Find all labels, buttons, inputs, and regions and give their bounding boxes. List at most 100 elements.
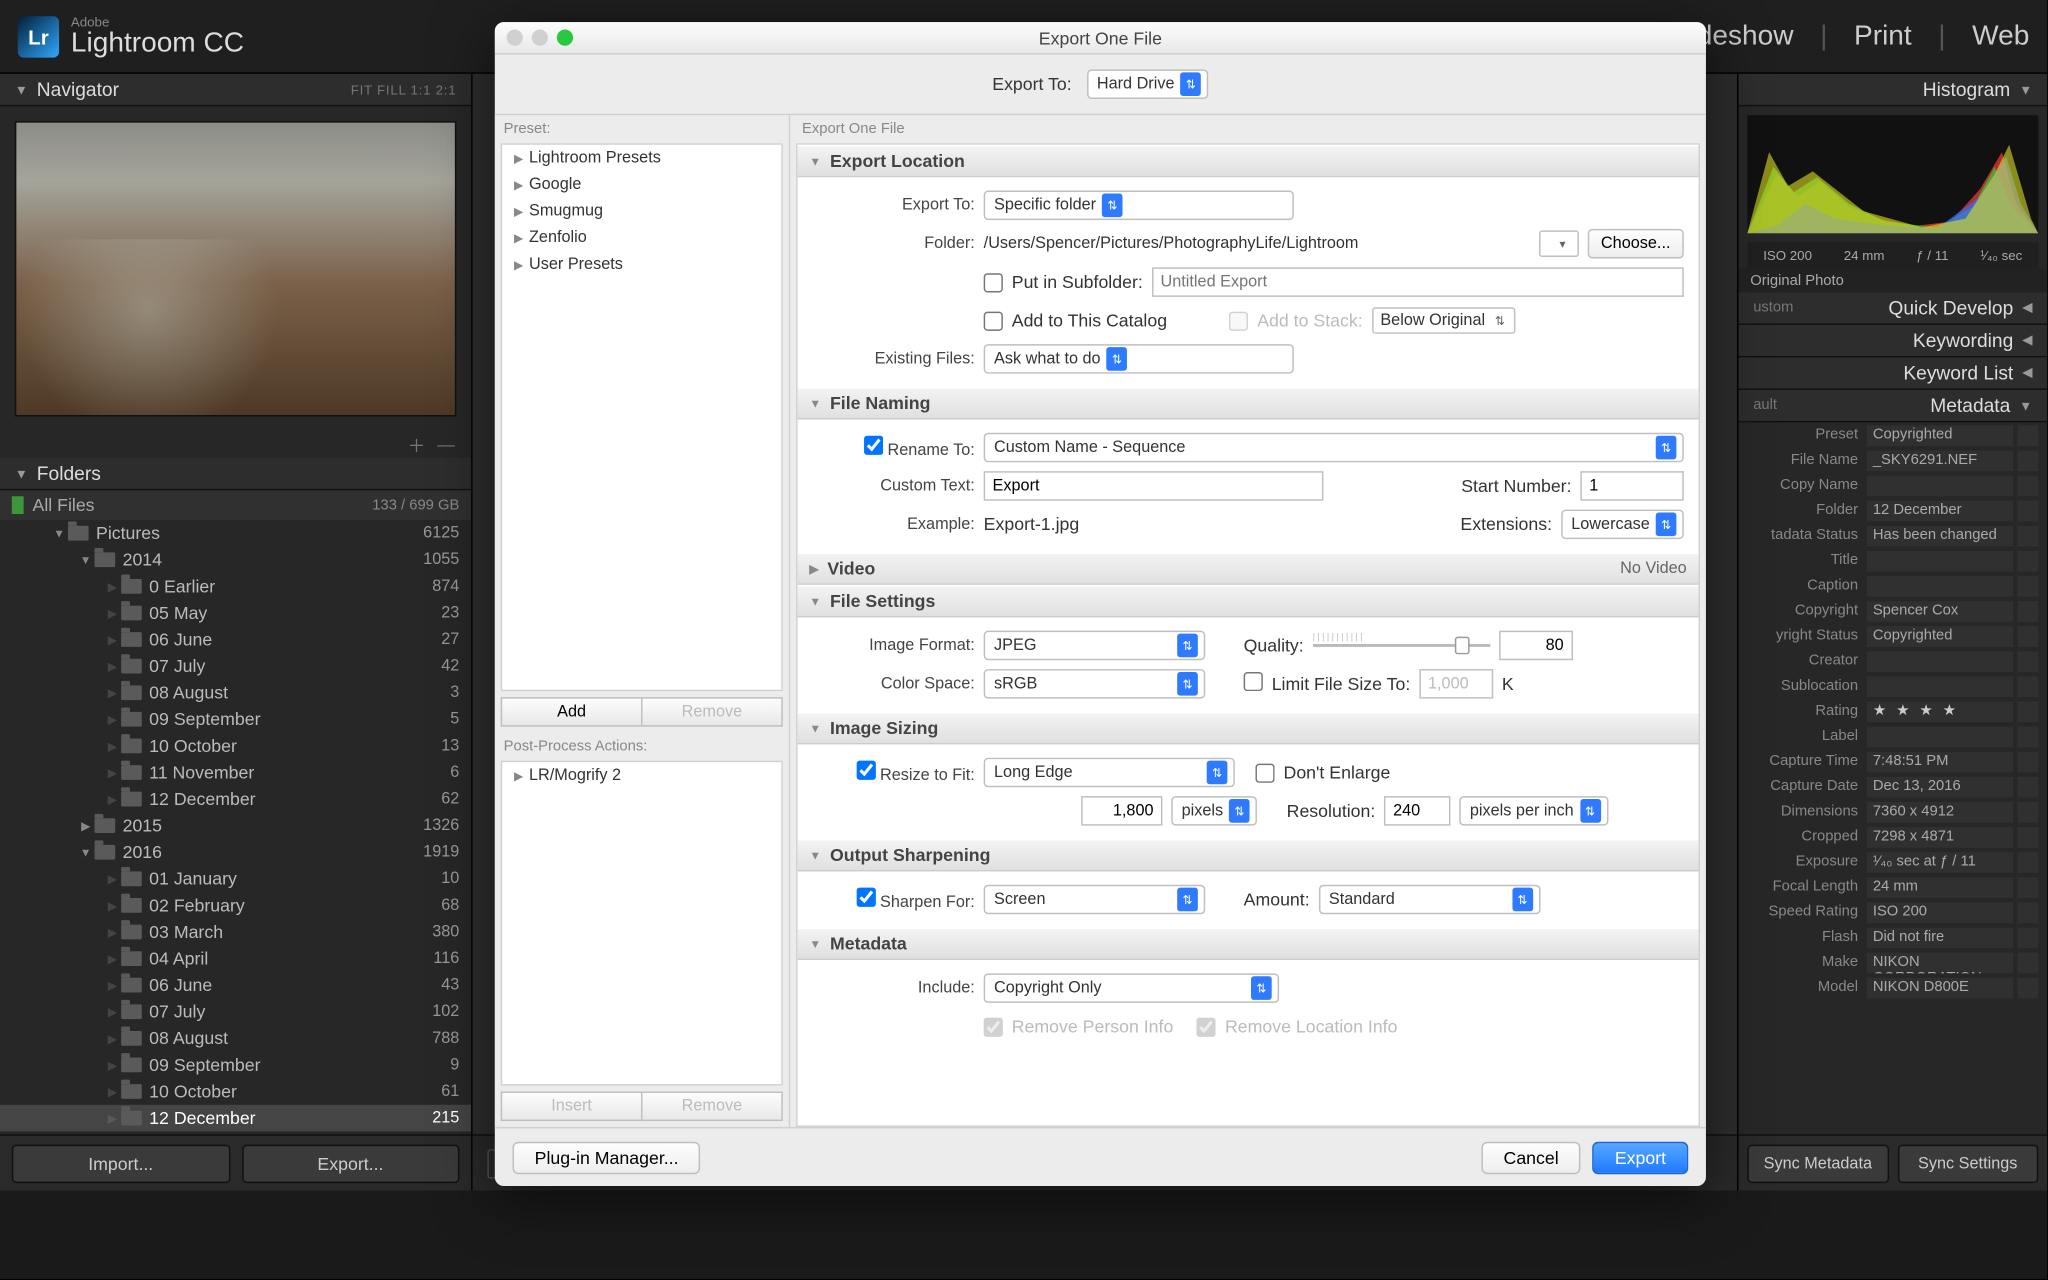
- metadata-action-icon[interactable]: [2018, 676, 2039, 697]
- folder-row[interactable]: ▶07 July102: [0, 998, 471, 1025]
- expand-icon[interactable]: ▼: [77, 553, 95, 566]
- metadata-value[interactable]: ISO 200: [1867, 902, 2013, 923]
- expand-icon[interactable]: ▶: [103, 1032, 121, 1045]
- sharpen-for-select[interactable]: Screen⇅: [984, 885, 1206, 915]
- metadata-action-icon[interactable]: [2018, 751, 2039, 772]
- section-metadata[interactable]: ▼Metadata: [798, 928, 1699, 960]
- export-button[interactable]: Export...: [241, 1144, 459, 1182]
- section-file-settings[interactable]: ▼File Settings: [798, 585, 1699, 617]
- navigator-panel-header[interactable]: ▼ Navigator FIT FILL 1:1 2:1: [0, 74, 471, 106]
- folder-row[interactable]: ▼Pictures6125: [0, 520, 471, 547]
- expand-icon[interactable]: ▶: [103, 580, 121, 593]
- metadata-value[interactable]: Copyrighted: [1867, 626, 2013, 647]
- metadata-action-icon[interactable]: [2018, 626, 2039, 647]
- folder-row[interactable]: ▼20141055: [0, 546, 471, 573]
- sync-metadata-button[interactable]: Sync Metadata: [1747, 1144, 1888, 1182]
- resize-checkbox[interactable]: [856, 761, 875, 780]
- folder-row[interactable]: ▶08 August788: [0, 1025, 471, 1052]
- rename-template-select[interactable]: Custom Name - Sequence⇅: [984, 433, 1684, 463]
- folder-row[interactable]: ▶09 September5: [0, 706, 471, 733]
- preset-item[interactable]: ▶Lightroom Presets: [502, 145, 781, 172]
- resize-fit-select[interactable]: Long Edge⇅: [984, 758, 1235, 788]
- color-space-select[interactable]: sRGB⇅: [984, 669, 1206, 699]
- add-catalog-checkbox[interactable]: [984, 311, 1003, 330]
- postprocess-item[interactable]: ▶LR/Mogrify 2: [502, 762, 781, 789]
- folder-row[interactable]: ▶02 February68: [0, 892, 471, 919]
- expand-icon[interactable]: ▶: [103, 899, 121, 912]
- image-format-select[interactable]: JPEG⇅: [984, 631, 1206, 661]
- expand-icon[interactable]: ▶: [103, 1111, 121, 1124]
- dimension-input[interactable]: [1081, 796, 1162, 826]
- folder-row[interactable]: ▶09 September9: [0, 1052, 471, 1079]
- resolution-input[interactable]: [1384, 796, 1450, 826]
- dropdown-icon[interactable]: [2018, 425, 2039, 446]
- metadata-action-icon[interactable]: [2018, 826, 2039, 847]
- metadata-action-icon[interactable]: [2018, 550, 2039, 571]
- folder-row[interactable]: ▶05 May23: [0, 600, 471, 627]
- subfolder-input[interactable]: [1152, 267, 1684, 297]
- quality-slider[interactable]: | | | | | | | | | | |: [1313, 634, 1490, 658]
- export-to-folder-select[interactable]: Specific folder⇅: [984, 191, 1294, 221]
- expand-icon[interactable]: ▶: [103, 1085, 121, 1098]
- section-export-location[interactable]: ▼Export Location: [798, 145, 1699, 177]
- metadata-value[interactable]: [1867, 475, 2013, 496]
- section-file-naming[interactable]: ▼File Naming: [798, 387, 1699, 419]
- start-number-input[interactable]: [1580, 471, 1683, 501]
- metadata-action-icon[interactable]: [2018, 450, 2039, 471]
- resolution-unit-select[interactable]: pixels per inch⇅: [1460, 796, 1608, 826]
- folder-row[interactable]: ▶0 Earlier874: [0, 573, 471, 600]
- expand-icon[interactable]: ▶: [103, 713, 121, 726]
- preset-remove-button[interactable]: Remove: [641, 697, 783, 727]
- folder-row[interactable]: ▶08 August3: [0, 679, 471, 706]
- import-button[interactable]: Import...: [12, 1144, 230, 1182]
- folder-row[interactable]: ▼20161919: [0, 839, 471, 866]
- metadata-value[interactable]: Spencer Cox: [1867, 600, 2013, 621]
- metadata-value[interactable]: NIKON D800E: [1867, 977, 2013, 998]
- volume-row[interactable]: All Files 133 / 699 GB: [0, 490, 471, 520]
- traffic-close-icon[interactable]: [507, 30, 523, 46]
- module-tab[interactable]: Print: [1854, 20, 1912, 52]
- expand-icon[interactable]: ▶: [103, 766, 121, 779]
- expand-icon[interactable]: ▶: [103, 606, 121, 619]
- keywording-header[interactable]: Keywording◀: [1738, 325, 2047, 357]
- metadata-action-icon[interactable]: [2018, 801, 2039, 822]
- folders-panel-header[interactable]: ▼ Folders: [0, 458, 471, 490]
- folder-row[interactable]: ▶12 December62: [0, 786, 471, 813]
- expand-icon[interactable]: ▶: [103, 633, 121, 646]
- pp-remove-button[interactable]: Remove: [641, 1092, 783, 1122]
- metadata-value[interactable]: 7298 x 4871: [1867, 826, 2013, 847]
- metadata-value[interactable]: ★ ★ ★ ★: [1867, 701, 2013, 722]
- traffic-minimize-icon[interactable]: [532, 30, 548, 46]
- minus-icon[interactable]: —: [436, 434, 457, 455]
- navigator-preview[interactable]: [15, 121, 457, 416]
- sharpen-amount-select[interactable]: Standard⇅: [1319, 885, 1541, 915]
- limit-filesize-checkbox[interactable]: [1244, 672, 1263, 691]
- metadata-value[interactable]: [1867, 550, 2013, 571]
- folder-dropdown[interactable]: ▾: [1539, 230, 1579, 257]
- section-video[interactable]: ▶VideoNo Video: [798, 552, 1699, 584]
- expand-icon[interactable]: ▼: [50, 527, 68, 540]
- metadata-value[interactable]: Dec 13, 2016: [1867, 776, 2013, 797]
- expand-icon[interactable]: ▶: [103, 659, 121, 672]
- folder-row[interactable]: ▶06 June43: [0, 972, 471, 999]
- folder-row[interactable]: ▶11 November6: [0, 759, 471, 786]
- sharpen-checkbox[interactable]: [856, 888, 875, 907]
- dimension-unit-select[interactable]: pixels⇅: [1171, 796, 1257, 826]
- metadata-value[interactable]: 7:48:51 PM: [1867, 751, 2013, 772]
- preset-item[interactable]: ▶Smugmug: [502, 198, 781, 225]
- plus-icon[interactable]: ＋: [406, 434, 427, 455]
- metadata-action-icon[interactable]: [2018, 500, 2039, 521]
- metadata-action-icon[interactable]: [2018, 927, 2039, 948]
- navigator-modes[interactable]: FIT FILL 1:1 2:1: [351, 82, 457, 97]
- keyword-list-header[interactable]: Keyword List◀: [1738, 357, 2047, 389]
- folder-row[interactable]: ▶10 October61: [0, 1078, 471, 1105]
- existing-files-select[interactable]: Ask what to do⇅: [984, 344, 1294, 374]
- quick-develop-header[interactable]: ustomQuick Develop◀: [1738, 292, 2047, 324]
- metadata-value[interactable]: [1867, 726, 2013, 747]
- expand-icon[interactable]: ▶: [103, 872, 121, 885]
- plugin-manager-button[interactable]: Plug-in Manager...: [513, 1141, 701, 1173]
- folder-row[interactable]: ▶04 April116: [0, 945, 471, 972]
- metadata-action-icon[interactable]: [2018, 525, 2039, 546]
- metadata-action-icon[interactable]: [2018, 651, 2039, 672]
- folder-row[interactable]: ▶10 October13: [0, 733, 471, 760]
